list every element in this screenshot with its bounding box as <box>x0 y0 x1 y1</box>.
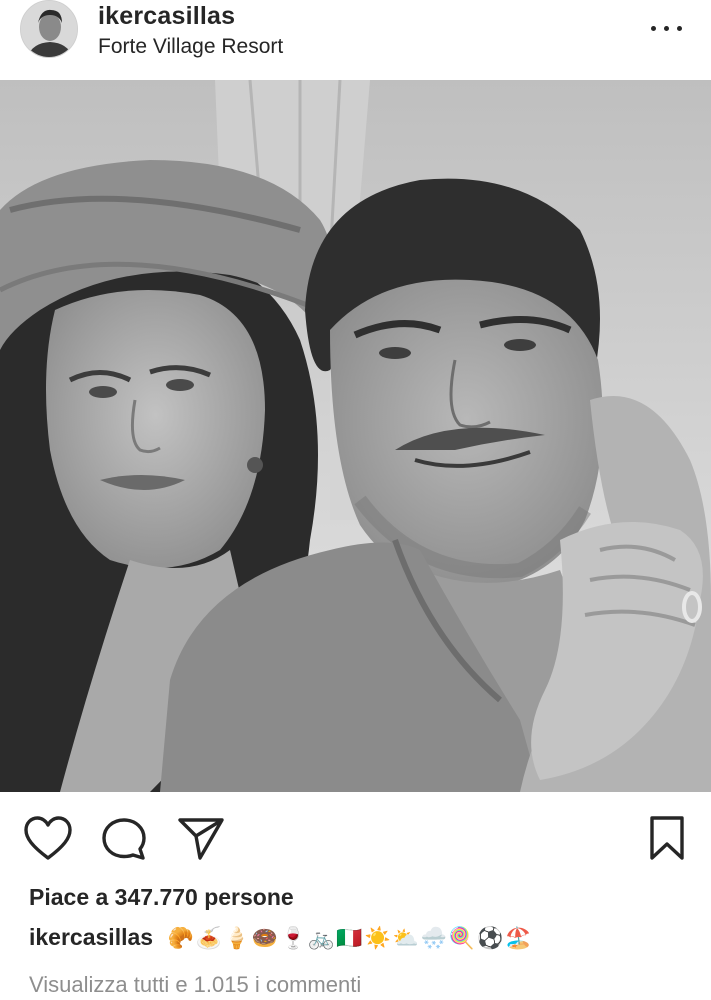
post-actions <box>0 800 711 880</box>
view-all-comments-link[interactable]: Visualizza tutti e 1.015 i commenti <box>29 972 361 998</box>
likes-count[interactable]: Piace a 347.770 persone <box>29 884 294 911</box>
more-options-button[interactable] <box>647 15 687 43</box>
caption-username[interactable]: ikercasillas <box>29 924 153 950</box>
comment-bubble-icon <box>102 818 146 860</box>
bookmark-icon <box>650 816 684 860</box>
save-button[interactable] <box>644 814 696 866</box>
share-button[interactable] <box>176 814 228 866</box>
user-avatar[interactable] <box>20 0 78 58</box>
post-header: ikercasillas Forte Village Resort <box>0 0 711 80</box>
caption-text: 🥐🍝🍦🍩🍷🚲🇮🇹☀️⛅🌨️🍭⚽🏖️ <box>167 926 534 950</box>
post-caption: ikercasillas 🥐🍝🍦🍩🍷🚲🇮🇹☀️⛅🌨️🍭⚽🏖️ <box>29 924 533 951</box>
photo-image <box>0 80 711 792</box>
post-location[interactable]: Forte Village Resort <box>98 35 283 59</box>
paper-plane-icon <box>178 818 224 860</box>
ellipsis-horizontal-icon <box>651 26 656 31</box>
post-username[interactable]: ikercasillas <box>98 2 235 31</box>
heart-icon <box>24 816 72 860</box>
avatar-image <box>21 1 77 57</box>
post-photo[interactable] <box>0 80 711 792</box>
comment-button[interactable] <box>100 814 152 866</box>
like-button[interactable] <box>22 814 74 866</box>
